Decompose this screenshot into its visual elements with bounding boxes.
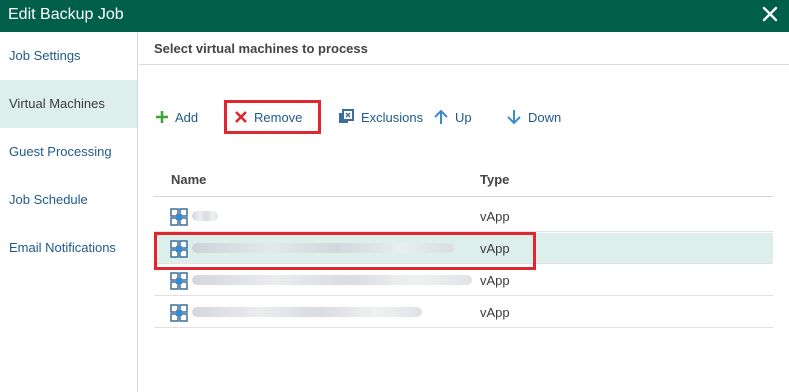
main-content: Select virtual machines to process Add R… [139, 32, 789, 392]
vm-name-redacted [192, 275, 472, 285]
vm-name-redacted [192, 211, 218, 221]
add-button[interactable]: Add [155, 106, 198, 128]
arrow-up-icon [434, 109, 448, 124]
vm-name-redacted [192, 307, 422, 317]
table-row[interactable]: vApp [154, 265, 773, 296]
sidebar-item-job-schedule[interactable]: Job Schedule [0, 176, 137, 224]
add-label: Add [175, 109, 199, 125]
down-button[interactable]: Down [506, 106, 561, 128]
plus-icon [156, 111, 168, 123]
vapp-icon [170, 240, 188, 258]
sidebar-item-virtual-machines[interactable]: Virtual Machines [0, 80, 137, 128]
vm-type: vApp [480, 209, 510, 224]
close-icon[interactable] [761, 5, 779, 23]
vm-name-redacted [192, 243, 454, 253]
exclusions-button[interactable]: Exclusions [337, 106, 423, 128]
table-row[interactable]: vApp [154, 297, 773, 328]
remove-label: Remove [254, 109, 303, 125]
x-icon [235, 111, 247, 123]
table-row-selected[interactable]: vApp [154, 233, 773, 264]
column-header-name[interactable]: Name [171, 172, 206, 187]
table-header [154, 163, 773, 197]
heading-divider [139, 64, 789, 65]
vm-type: vApp [480, 273, 510, 288]
exclusions-icon [339, 109, 354, 123]
sidebar-item-job-settings[interactable]: Job Settings [0, 32, 137, 80]
column-header-type[interactable]: Type [480, 172, 509, 187]
vm-type: vApp [480, 241, 510, 256]
exclusions-label: Exclusions [361, 109, 424, 125]
title-bar: Edit Backup Job [0, 0, 789, 32]
sidebar-item-guest-processing[interactable]: Guest Processing [0, 128, 137, 176]
window-title: Edit Backup Job [8, 6, 124, 23]
sidebar: Job Settings Virtual Machines Guest Proc… [0, 32, 138, 392]
remove-button[interactable]: Remove [234, 106, 302, 128]
up-button[interactable]: Up [433, 106, 472, 128]
up-label: Up [455, 109, 472, 125]
vm-type: vApp [480, 305, 510, 320]
table-row[interactable]: vApp [154, 201, 773, 232]
vapp-icon [170, 272, 188, 290]
arrow-down-icon [507, 110, 521, 125]
vapp-icon [170, 208, 188, 226]
vapp-icon [170, 304, 188, 322]
sidebar-item-email-notifications[interactable]: Email Notifications [0, 224, 137, 272]
down-label: Down [528, 109, 562, 125]
page-heading: Select virtual machines to process [154, 41, 368, 56]
